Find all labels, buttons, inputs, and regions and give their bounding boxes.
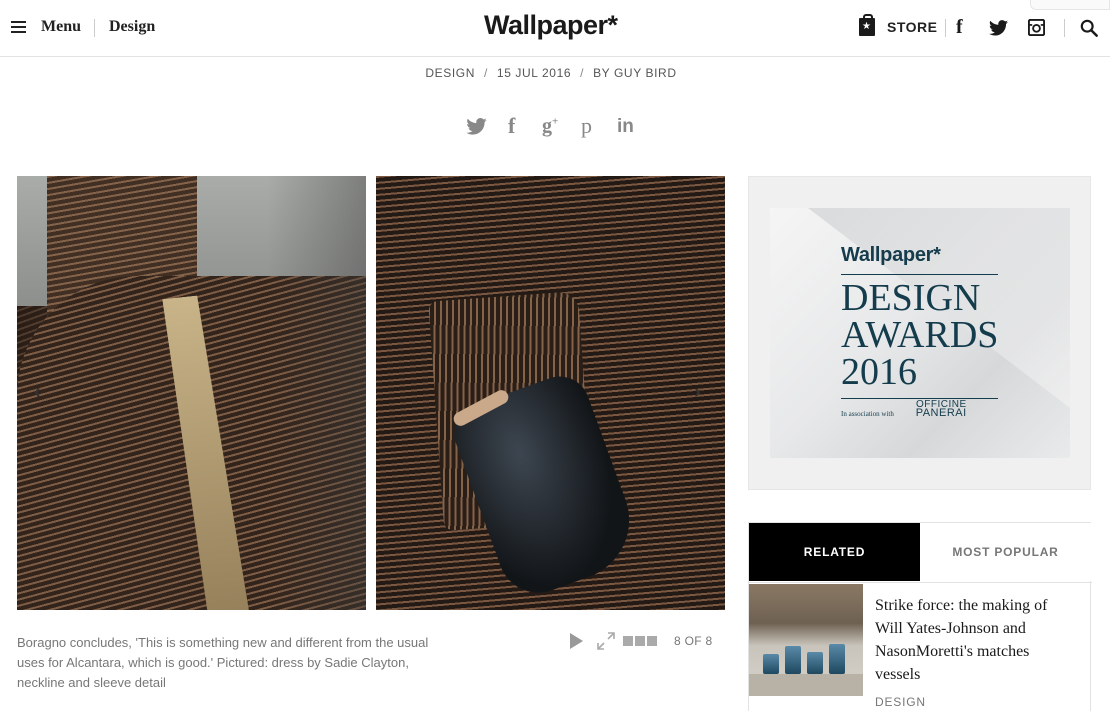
thumbnails-icon[interactable]: [623, 636, 659, 646]
meta-date: 15 JUL 2016: [496, 66, 572, 80]
site-header: Menu Design Wallpaper* STORE f: [0, 0, 1110, 57]
hamburger-icon: [11, 21, 26, 33]
linkedin-icon[interactable]: in: [617, 116, 634, 138]
related-panel: RELATED MOST POPULAR Strike force: the m…: [748, 522, 1092, 711]
pinterest-icon[interactable]: p: [581, 113, 592, 139]
google-plus-icon[interactable]: g+: [542, 115, 558, 138]
header-divider: [1064, 19, 1065, 37]
twitter-icon[interactable]: [989, 20, 1008, 36]
site-logo[interactable]: Wallpaper*: [484, 10, 618, 41]
menu-label: Menu: [41, 18, 81, 35]
related-article-title[interactable]: Strike force: the making of Will Yates-J…: [875, 594, 1075, 686]
gallery-next-arrow[interactable]: ›: [694, 381, 701, 404]
facebook-icon[interactable]: f: [956, 16, 963, 39]
ad-association-text: In association with: [841, 410, 894, 418]
related-article-thumbnail: [749, 584, 863, 696]
fullscreen-icon[interactable]: [597, 632, 615, 650]
shopping-bag-icon: [859, 14, 875, 36]
meta-category-link[interactable]: DESIGN: [425, 66, 475, 80]
ad-title: DESIGN AWARDS 2016: [841, 277, 999, 393]
gallery-caption: Boragno concludes, 'This is something ne…: [17, 635, 429, 690]
ad-brand: Wallpaper*: [841, 244, 941, 266]
instagram-icon[interactable]: [1028, 19, 1045, 36]
facebook-icon[interactable]: f: [508, 113, 515, 139]
play-icon[interactable]: [570, 633, 583, 649]
store-label: STORE: [887, 19, 938, 35]
tab-most-popular[interactable]: MOST POPULAR: [920, 523, 1091, 581]
related-article-category[interactable]: DESIGN: [875, 695, 926, 709]
gallery-image-sleeve: [376, 176, 725, 610]
header-divider: [945, 19, 946, 37]
corner-tab: [1030, 0, 1110, 10]
design-awards-ad[interactable]: Wallpaper* DESIGN AWARDS 2016 In associa…: [770, 208, 1070, 458]
gallery-image-neckline: [17, 176, 366, 610]
search-icon[interactable]: [1080, 19, 1098, 37]
section-link-design[interactable]: Design: [109, 18, 155, 36]
store-link[interactable]: STORE: [859, 14, 938, 36]
article-meta: DESIGN/15 JUL 2016/BY GUY BIRD: [425, 66, 677, 80]
menu-button[interactable]: Menu: [11, 18, 81, 36]
header-divider: [94, 19, 95, 37]
ad-partner-logo: OFFICINE PANERAI: [915, 399, 967, 419]
twitter-icon[interactable]: [466, 118, 487, 135]
meta-author-link[interactable]: BY GUY BIRD: [593, 66, 677, 80]
image-gallery[interactable]: ‹ ›: [17, 176, 725, 610]
ad-rule: [841, 274, 998, 275]
tab-related[interactable]: RELATED: [749, 523, 920, 581]
advertisement-box: Wallpaper* DESIGN AWARDS 2016 In associa…: [748, 176, 1091, 490]
slide-counter: 8 OF 8: [674, 634, 713, 648]
gallery-controls: 8 OF 8: [570, 632, 712, 650]
gallery-prev-arrow[interactable]: ‹: [34, 381, 41, 404]
related-article[interactable]: Strike force: the making of Will Yates-J…: [749, 582, 1092, 711]
